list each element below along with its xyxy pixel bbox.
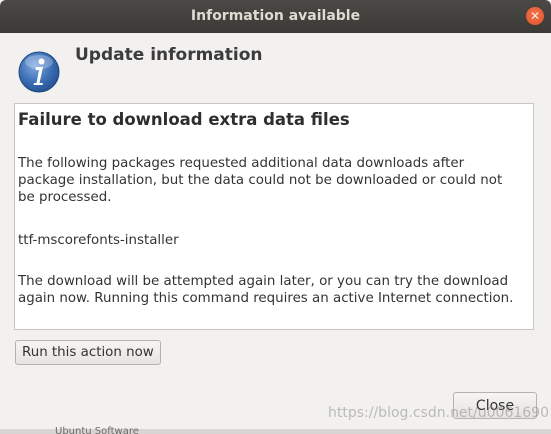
package-name: ttf-mscorefonts-installer (18, 233, 179, 248)
message-title: Failure to download extra data files (18, 110, 350, 129)
watermark-text: https://blog.csdn.net/u0061690 (328, 405, 549, 421)
run-action-button[interactable]: Run this action now (15, 340, 161, 365)
info-icon (18, 51, 60, 93)
title-bar[interactable]: Information available ✕ (0, 0, 551, 33)
message-panel: Failure to download extra data files The… (14, 103, 534, 330)
dialog-heading: Update information (75, 45, 263, 65)
information-dialog: Information available ✕ Update informati… (0, 0, 551, 434)
window-close-icon[interactable]: ✕ (526, 7, 544, 25)
window-title: Information available (190, 8, 361, 24)
background-window-text: Ubuntu Software (55, 426, 139, 434)
message-paragraph-2: The download will be attempted again lat… (18, 274, 514, 306)
message-paragraph-1: The following packages requested additio… (18, 156, 503, 205)
